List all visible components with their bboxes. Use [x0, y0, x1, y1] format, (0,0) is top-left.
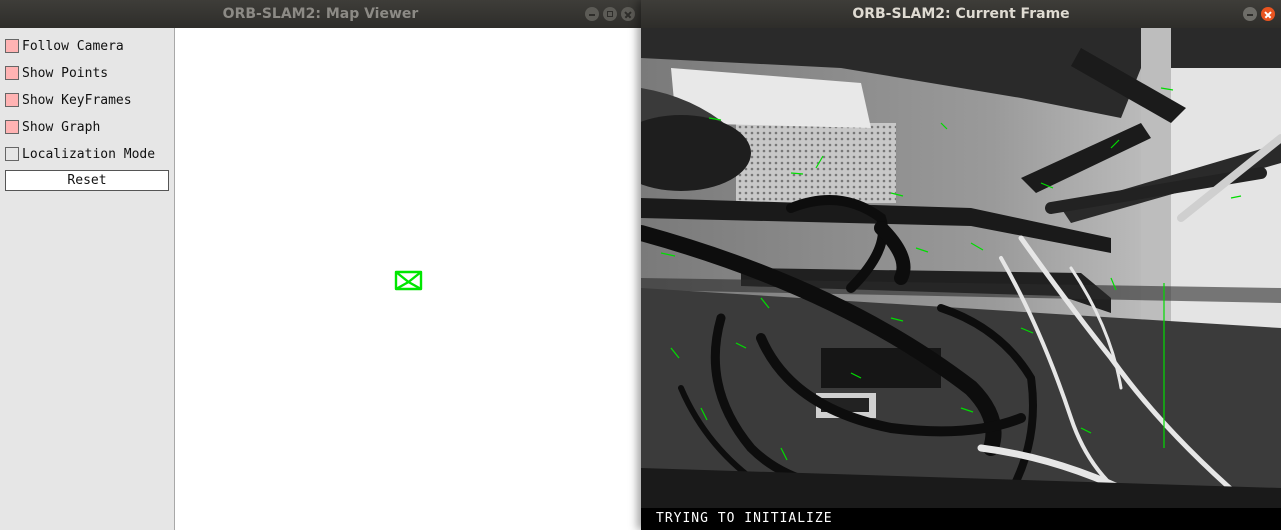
show-keyframes-checkbox[interactable]: Show KeyFrames: [5, 90, 132, 110]
status-text: TRYING TO INITIALIZE: [656, 511, 833, 526]
close-icon[interactable]: [1261, 7, 1275, 21]
checkbox-box[interactable]: [5, 120, 19, 134]
checkbox-box[interactable]: [5, 147, 19, 161]
current-frame-window-controls: [1243, 7, 1275, 21]
map-viewer-window: ORB-SLAM2: Map Viewer Follow Camera Show…: [0, 0, 641, 530]
camera-frame-image: [641, 28, 1281, 508]
show-points-checkbox[interactable]: Show Points: [5, 63, 108, 83]
options-panel: Follow Camera Show Points Show KeyFrames…: [0, 28, 175, 530]
current-frame-title: ORB-SLAM2: Current Frame: [852, 6, 1070, 22]
checkbox-label: Follow Camera: [22, 38, 124, 54]
checkbox-label: Show Graph: [22, 119, 101, 135]
follow-camera-checkbox[interactable]: Follow Camera: [5, 36, 124, 56]
checkbox-box[interactable]: [5, 66, 19, 80]
current-frame-window: ORB-SLAM2: Current Frame TRYING TO INITI…: [641, 0, 1281, 530]
localization-mode-checkbox[interactable]: Localization Mode: [5, 144, 155, 164]
maximize-icon[interactable]: [603, 7, 617, 21]
camera-frustum-icon: [394, 270, 423, 291]
status-bar: TRYING TO INITIALIZE: [641, 508, 1281, 530]
show-graph-checkbox[interactable]: Show Graph: [5, 117, 100, 137]
map-viewer-title: ORB-SLAM2: Map Viewer: [222, 6, 419, 22]
map-3d-canvas[interactable]: [175, 28, 641, 530]
map-viewer-window-controls: [585, 7, 635, 21]
map-viewer-titlebar[interactable]: ORB-SLAM2: Map Viewer: [0, 0, 641, 28]
minimize-icon[interactable]: [585, 7, 599, 21]
checkbox-box[interactable]: [5, 93, 19, 107]
checkbox-box[interactable]: [5, 39, 19, 53]
close-icon[interactable]: [621, 7, 635, 21]
minimize-icon[interactable]: [1243, 7, 1257, 21]
checkbox-label: Localization Mode: [22, 146, 156, 162]
checkbox-label: Show Points: [22, 65, 109, 81]
current-frame-titlebar[interactable]: ORB-SLAM2: Current Frame: [641, 0, 1281, 28]
checkbox-label: Show KeyFrames: [22, 92, 132, 108]
reset-button[interactable]: Reset: [5, 170, 169, 191]
